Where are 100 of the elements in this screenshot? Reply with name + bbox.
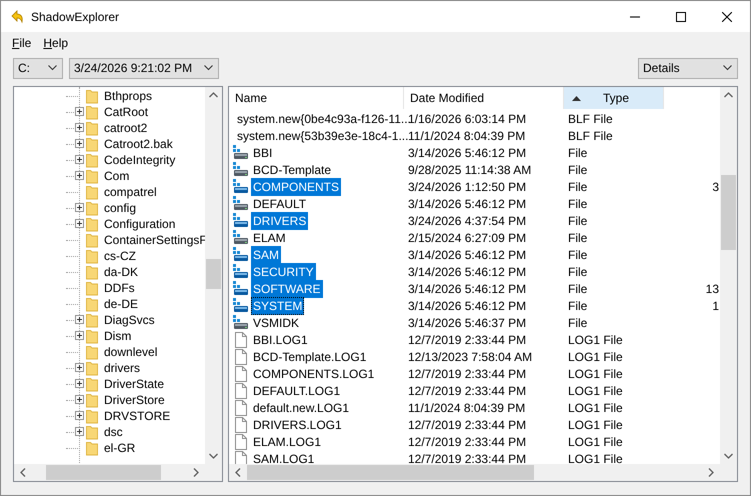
file-name[interactable]: system.new{53b39e3e-18c4-1... bbox=[235, 126, 410, 144]
tree-item[interactable]: el-GR bbox=[103, 439, 136, 457]
file-name[interactable]: COMPONENTS bbox=[251, 178, 342, 196]
tree-item[interactable]: ContainerSettingsF bbox=[103, 231, 208, 249]
folder-icon bbox=[86, 296, 98, 312]
file-name[interactable]: VSMIDK bbox=[251, 314, 302, 332]
expand-icon[interactable] bbox=[75, 411, 84, 420]
scrollbar-thumb[interactable] bbox=[46, 465, 161, 480]
expand-icon[interactable] bbox=[75, 219, 84, 228]
file-name[interactable]: BCD-Template bbox=[251, 160, 334, 178]
folder-icon bbox=[86, 232, 98, 248]
scroll-left-icon[interactable] bbox=[20, 468, 26, 477]
expand-icon[interactable] bbox=[75, 363, 84, 372]
tree-item[interactable]: CodeIntegrity bbox=[103, 151, 176, 169]
tree-item[interactable]: de-DE bbox=[103, 295, 140, 313]
expand-icon[interactable] bbox=[75, 139, 84, 148]
tree-item[interactable]: CatRoot bbox=[103, 103, 150, 121]
tree-item[interactable]: Com bbox=[103, 167, 130, 185]
expand-icon[interactable] bbox=[75, 155, 84, 164]
horizontal-scrollbar[interactable] bbox=[229, 464, 737, 481]
file-name[interactable]: DRIVERS bbox=[251, 212, 308, 230]
file-name[interactable]: DEFAULT bbox=[251, 194, 308, 212]
tree-item[interactable]: cs-CZ bbox=[103, 247, 137, 265]
date-cell: 9/28/2025 11:14:38 AM bbox=[408, 162, 532, 176]
expand-icon[interactable] bbox=[75, 171, 84, 180]
folder-icon bbox=[86, 392, 98, 408]
scroll-up-icon[interactable] bbox=[209, 92, 218, 98]
file-name[interactable]: BCD-Template.LOG1 bbox=[251, 348, 368, 366]
registry-file-icon bbox=[233, 196, 249, 212]
menu-item[interactable]: Help bbox=[38, 33, 74, 53]
file-name[interactable]: SAM.LOG1 bbox=[251, 450, 316, 468]
column-header[interactable]: Name bbox=[229, 87, 404, 109]
registry-file-icon bbox=[233, 162, 249, 178]
folder-icon bbox=[86, 216, 98, 232]
tree-item[interactable]: Dism bbox=[103, 327, 132, 345]
tree-item[interactable]: downlevel bbox=[103, 343, 158, 361]
scroll-right-icon[interactable] bbox=[708, 468, 714, 477]
file-icon bbox=[233, 434, 249, 450]
expand-icon[interactable] bbox=[75, 331, 84, 340]
tree-item[interactable]: DriverStore bbox=[103, 391, 166, 409]
tree-item[interactable]: Catroot2.bak bbox=[103, 135, 174, 153]
snapshot-dropdown[interactable]: 3/24/2026 9:21:02 PM bbox=[69, 58, 219, 78]
menu-item[interactable]: File bbox=[7, 33, 36, 53]
type-cell: LOG1 File bbox=[568, 384, 623, 398]
registry-file-icon bbox=[233, 314, 249, 330]
file-name[interactable]: BBI.LOG1 bbox=[251, 330, 310, 348]
folder-icon bbox=[86, 264, 98, 280]
tree-item[interactable]: DRVSTORE bbox=[103, 407, 172, 425]
tree-item[interactable]: DiagSvcs bbox=[103, 311, 156, 329]
file-name[interactable]: SOFTWARE bbox=[251, 280, 323, 298]
scrollbar-thumb[interactable] bbox=[721, 175, 736, 250]
tree-item[interactable]: da-DK bbox=[103, 263, 140, 281]
file-name[interactable]: SAM bbox=[251, 246, 282, 264]
expand-icon[interactable] bbox=[75, 395, 84, 404]
tree-item[interactable]: compatrel bbox=[103, 183, 158, 201]
tree-item[interactable]: Configuration bbox=[103, 215, 176, 233]
file-name[interactable]: SYSTEM bbox=[251, 296, 304, 314]
scroll-down-icon[interactable] bbox=[724, 453, 733, 459]
scrollbar-thumb[interactable] bbox=[206, 259, 221, 289]
folder-icon bbox=[86, 280, 98, 296]
file-name[interactable]: BBI bbox=[251, 144, 274, 162]
view-dropdown[interactable]: Details bbox=[638, 58, 738, 78]
file-name[interactable]: default.new.LOG1 bbox=[251, 398, 352, 416]
horizontal-scrollbar[interactable] bbox=[14, 464, 222, 481]
expand-icon[interactable] bbox=[75, 315, 84, 324]
scrollbar-thumb[interactable] bbox=[247, 465, 534, 480]
file-name[interactable]: COMPONENTS.LOG1 bbox=[251, 364, 376, 382]
scroll-down-icon[interactable] bbox=[209, 453, 218, 459]
scroll-up-icon[interactable] bbox=[724, 92, 733, 98]
tree-item[interactable]: DDFs bbox=[103, 279, 136, 297]
drive-dropdown[interactable]: C: bbox=[13, 58, 63, 78]
file-icon bbox=[233, 400, 249, 416]
vertical-scrollbar[interactable] bbox=[205, 87, 222, 464]
file-name[interactable]: DRIVERS.LOG1 bbox=[251, 416, 344, 434]
expand-icon[interactable] bbox=[75, 427, 84, 436]
expand-icon[interactable] bbox=[75, 123, 84, 132]
file-name[interactable]: ELAM bbox=[251, 228, 288, 246]
expand-icon[interactable] bbox=[75, 107, 84, 116]
type-cell: File bbox=[568, 282, 588, 296]
tree-item[interactable]: dsc bbox=[103, 423, 124, 441]
scroll-right-icon[interactable] bbox=[193, 468, 199, 477]
tree-item[interactable]: catroot2 bbox=[103, 119, 148, 137]
tree-item[interactable]: DriverState bbox=[103, 375, 166, 393]
scroll-left-icon[interactable] bbox=[235, 468, 241, 477]
date-cell: 12/7/2019 2:33:44 PM bbox=[408, 452, 526, 466]
tree-item[interactable]: Bthprops bbox=[103, 87, 154, 105]
column-header[interactable]: Type bbox=[564, 87, 664, 109]
file-name[interactable]: SECURITY bbox=[251, 262, 316, 280]
file-name[interactable]: ELAM.LOG1 bbox=[251, 432, 324, 450]
tree-item[interactable]: config bbox=[103, 199, 138, 217]
folder-icon bbox=[86, 88, 98, 104]
chevron-down-icon bbox=[204, 65, 213, 71]
tree-item[interactable]: drivers bbox=[103, 359, 142, 377]
file-name[interactable]: DEFAULT.LOG1 bbox=[251, 382, 342, 400]
folder-icon bbox=[86, 152, 98, 168]
vertical-scrollbar[interactable] bbox=[720, 87, 737, 464]
type-cell: File bbox=[568, 264, 588, 278]
expand-icon[interactable] bbox=[75, 203, 84, 212]
type-cell: File bbox=[568, 298, 588, 312]
expand-icon[interactable] bbox=[75, 379, 84, 388]
